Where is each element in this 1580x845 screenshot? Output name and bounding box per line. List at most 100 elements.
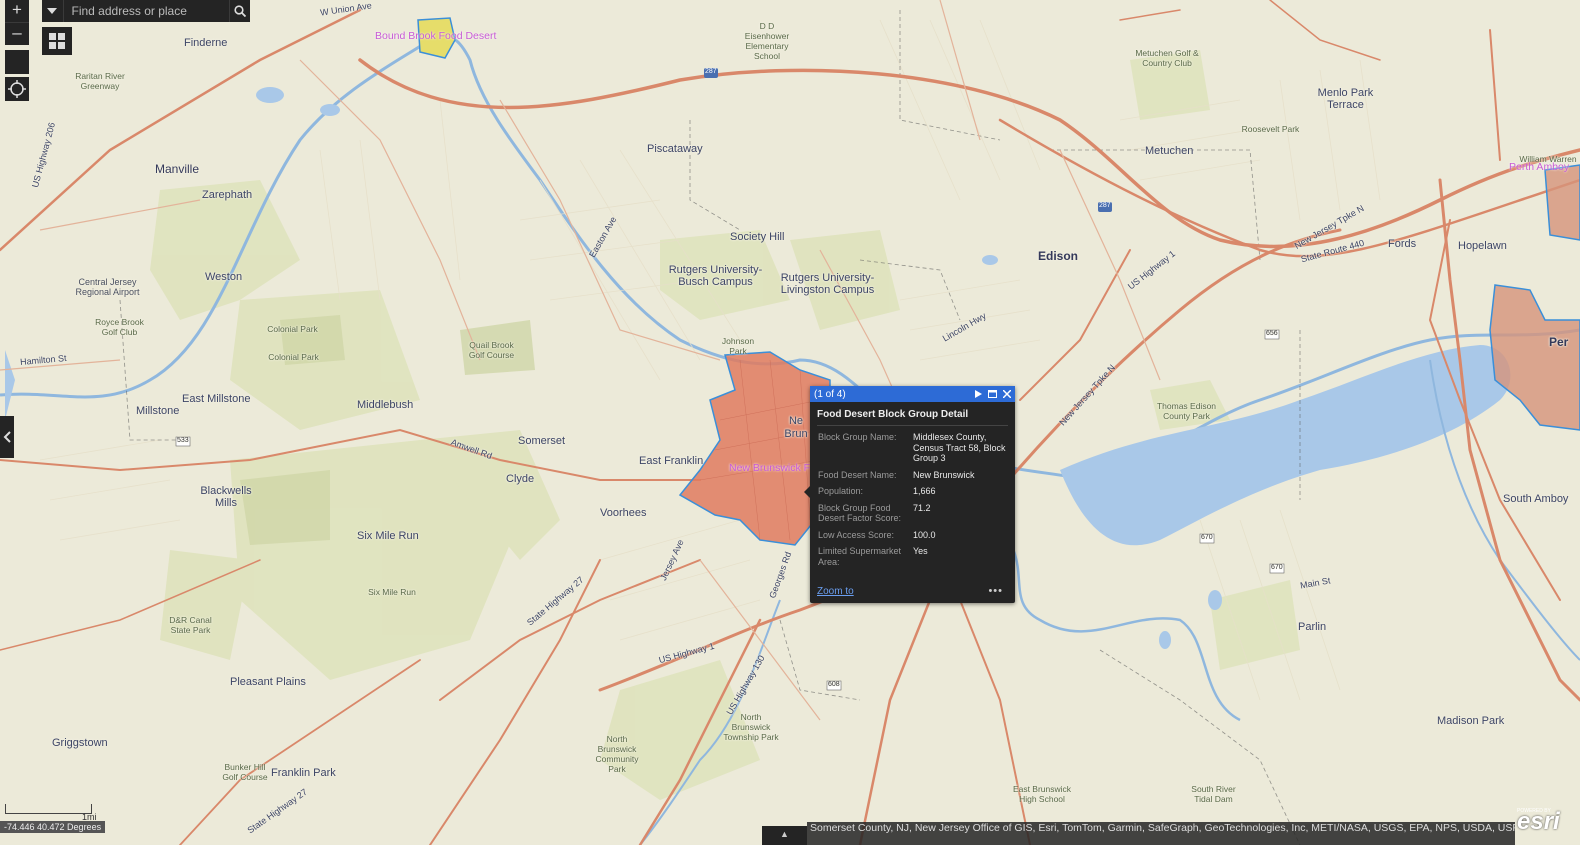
close-icon[interactable] bbox=[1003, 390, 1011, 398]
zoom-in-button[interactable]: + bbox=[5, 0, 29, 22]
place-blackwells-mills: Blackwells Mills bbox=[200, 485, 252, 509]
attribution-text[interactable]: Somerset County, NJ, New Jersey Office o… bbox=[807, 822, 1515, 845]
place-griggstown: Griggstown bbox=[52, 737, 108, 749]
grid-icon bbox=[49, 33, 65, 49]
feature-popup: (1 of 4) Food Desert Block Group Detail … bbox=[804, 386, 1015, 603]
popup-field-row: Block Group Food Desert Factor Score: 71… bbox=[818, 503, 1008, 524]
search-source-dropdown[interactable] bbox=[42, 0, 64, 22]
scale-bar bbox=[5, 804, 92, 814]
place-society-hill: Society Hill bbox=[730, 231, 785, 243]
popup-field-row: Limited Supermarket Area: Yes bbox=[818, 546, 1008, 567]
route-656-label: 656 bbox=[1266, 330, 1278, 337]
place-millstone: Millstone bbox=[136, 405, 180, 417]
chevron-down-icon bbox=[47, 8, 58, 14]
esri-logo[interactable]: esri bbox=[1517, 808, 1560, 836]
popup-counter: (1 of 4) bbox=[814, 388, 846, 400]
field-label: Block Group Name: bbox=[818, 432, 897, 442]
place-new-brunswick-partial: Ne Brun bbox=[784, 415, 808, 440]
place-east-millstone: East Millstone bbox=[182, 393, 251, 405]
label-thomas-edison-park: Thomas Edison County Park bbox=[1156, 401, 1217, 421]
place-edison: Edison bbox=[1038, 249, 1079, 263]
route-533-label: 533 bbox=[177, 437, 189, 444]
layer-label-bound-brook: Bound Brook Food Desert bbox=[375, 30, 497, 42]
place-weston: Weston bbox=[205, 271, 243, 283]
place-finderne: Finderne bbox=[184, 37, 228, 49]
field-label: Food Desert Name: bbox=[818, 469, 897, 480]
field-value: Middlesex County, Census Tract 58, Block… bbox=[913, 432, 1006, 463]
place-middlebush: Middlebush bbox=[357, 399, 414, 411]
route-608-label: 608 bbox=[828, 681, 840, 688]
route-670-label: 670 bbox=[1201, 534, 1213, 541]
field-label: Limited Supermarket Area: bbox=[818, 546, 902, 567]
place-rutgers-busch: Rutgers University-Busch Campus bbox=[668, 264, 763, 288]
chevron-left-icon bbox=[3, 431, 11, 443]
place-menlo-park-terrace: Menlo Park Terrace bbox=[1317, 87, 1374, 111]
label-royce-brook: Royce Brook Golf Club bbox=[95, 317, 144, 337]
coordinate-readout: -74.446 40.472 Degrees bbox=[0, 821, 106, 833]
field-label: Low Access Score: bbox=[818, 529, 895, 540]
popup-more-menu[interactable]: ••• bbox=[988, 585, 1003, 597]
zoom-out-button[interactable]: – bbox=[5, 22, 29, 45]
attribution-toggle[interactable]: ▲ bbox=[762, 826, 807, 845]
label-quail-brook: Quail Brook Golf Course bbox=[468, 340, 515, 360]
side-panel-toggle[interactable] bbox=[0, 416, 14, 458]
maximize-icon[interactable] bbox=[988, 390, 997, 398]
layer-label-perth-amboy: Perth Amboy bbox=[1509, 161, 1570, 173]
locate-button[interactable] bbox=[5, 77, 29, 101]
search-bar bbox=[42, 0, 250, 22]
next-feature-icon[interactable] bbox=[975, 390, 982, 398]
popup-field-row: Population: 1,666 bbox=[818, 486, 1008, 497]
label-dd-eisenhower: D D Eisenhower Elementary School bbox=[744, 21, 790, 61]
search-input[interactable] bbox=[63, 0, 229, 22]
label-south-river-tidal: South River Tidal Dam bbox=[1191, 784, 1236, 804]
i287-shield-label: 287 bbox=[705, 68, 717, 75]
field-value: 71.2 bbox=[913, 502, 931, 513]
i287-shield-label-2: 287 bbox=[1099, 202, 1111, 209]
label-central-jersey-airport: Central Jersey Regional Airport bbox=[75, 277, 140, 297]
label-colonial-park-1: Colonial Park bbox=[267, 324, 318, 334]
place-manville: Manville bbox=[155, 162, 200, 176]
label-raritan-river-greenway: Raritan River Greenway bbox=[75, 71, 125, 91]
popup-header: (1 of 4) bbox=[810, 386, 1015, 402]
zoom-to-link[interactable]: Zoom to bbox=[817, 586, 854, 597]
field-value: 1,666 bbox=[913, 486, 936, 496]
label-six-mile-run-small: Six Mile Run bbox=[368, 587, 416, 597]
popup-title: Food Desert Block Group Detail bbox=[817, 409, 1008, 426]
label-north-brunswick-community: North Brunswick Community Park bbox=[595, 734, 639, 774]
place-parlin: Parlin bbox=[1298, 621, 1327, 633]
place-clyde: Clyde bbox=[506, 473, 535, 485]
popup-field-row: Food Desert Name: New Brunswick bbox=[818, 470, 1008, 481]
field-value: New Brunswick bbox=[913, 469, 975, 480]
place-six-mile-run: Six Mile Run bbox=[357, 530, 419, 542]
popup-field-row: Low Access Score: 100.0 bbox=[818, 530, 1008, 541]
place-madison-park: Madison Park bbox=[1437, 715, 1505, 727]
search-button[interactable] bbox=[228, 0, 251, 22]
place-east-franklin: East Franklin bbox=[639, 455, 704, 467]
home-icon bbox=[10, 55, 24, 69]
place-south-amboy: South Amboy bbox=[1503, 493, 1569, 505]
label-metuchen-golf: Metuchen Golf & Country Club bbox=[1135, 48, 1199, 68]
place-perth-amboy-partial: Per bbox=[1549, 335, 1569, 349]
field-value: Yes bbox=[913, 546, 928, 556]
place-fords: Fords bbox=[1388, 238, 1417, 250]
place-rutgers-livingston: Rutgers University-Livingston Campus bbox=[780, 272, 875, 296]
layer-label-new-brunswick: New Brunswick F bbox=[729, 462, 811, 474]
locate-icon bbox=[8, 80, 26, 98]
label-north-brunswick-park: North Brunswick Township Park bbox=[723, 712, 779, 742]
place-piscataway: Piscataway bbox=[647, 143, 703, 155]
field-value: 100.0 bbox=[913, 529, 936, 540]
label-dr-canal: D&R Canal State Park bbox=[169, 615, 212, 635]
place-voorhees: Voorhees bbox=[600, 507, 647, 519]
place-metuchen: Metuchen bbox=[1145, 145, 1194, 157]
home-button[interactable] bbox=[5, 50, 29, 74]
field-label: Population: bbox=[818, 486, 864, 496]
basemap-gallery-button[interactable] bbox=[42, 27, 72, 55]
popup-tools bbox=[975, 390, 1011, 398]
map-view[interactable]: 287 287 656 670 670 608 533 W Union Ave … bbox=[0, 0, 1580, 845]
label-colonial-park-2: Colonial Park bbox=[268, 352, 319, 362]
popup-field-row: Block Group Name: Middlesex County, Cens… bbox=[818, 432, 1008, 464]
label-roosevelt-park: Roosevelt Park bbox=[1241, 124, 1300, 134]
route-670-label-2: 670 bbox=[1271, 564, 1283, 571]
label-johnson-park: Johnson Park bbox=[721, 336, 755, 356]
place-zarephath: Zarephath bbox=[202, 189, 253, 201]
